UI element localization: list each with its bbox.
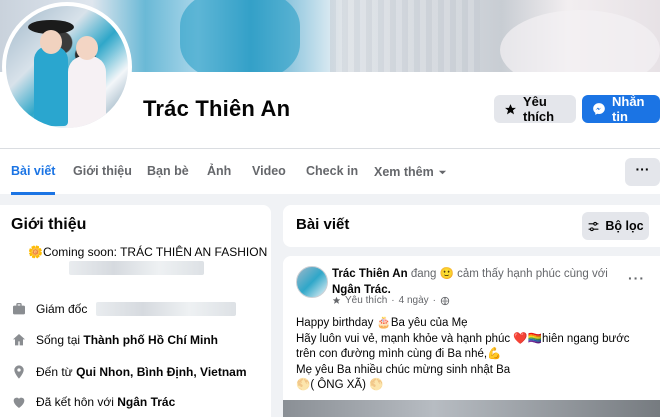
intro-row-from: Đến từ Qui Nhon, Bình Định, Vietnam [11,361,247,383]
post-options-button[interactable]: ··· [628,270,645,286]
home-icon [13,334,25,346]
filter-button[interactable]: Bộ lọc [582,212,649,240]
globe-icon [440,296,450,305]
post-image[interactable] [283,400,660,417]
location-pin-icon [14,365,24,379]
post-meta-separator: · [432,295,436,306]
star-icon [505,103,516,114]
post-line: Mẹ yêu Ba nhiều chúc mừng sinh nhật Ba [296,363,511,376]
tab-posts[interactable]: Bài viết [11,149,56,195]
cover-shape [180,0,300,72]
like-button-label: Yêu thích [523,94,555,124]
post-card: Trác Thiên An đang 🙂 cảm thấy hạnh phúc … [283,256,660,417]
blurred-text [69,261,204,275]
tab-friends[interactable]: Bạn bè [147,149,189,195]
intro-row-work: Giám đốc [11,298,237,320]
post-line: 🌕( ÔNG XÃ) 🌕 [296,379,384,391]
intro-row-lives-prefix: Sống tại [36,333,84,347]
intro-bio: 🌼Coming soon: TRÁC THIÊN AN FASHION [28,245,268,259]
sliders-icon [589,221,599,231]
posts-title: Bài viết [296,216,350,233]
heart-icon [13,397,25,408]
star-icon [332,296,341,304]
post-feeling: đang 🙂 cảm thấy hạnh phúc cùng với [407,268,608,280]
tab-photos[interactable]: Ảnh [207,149,231,195]
cover-shape [500,10,660,72]
intro-row-relationship-prefix: Đã kết hôn với [36,395,118,409]
briefcase-icon [13,303,25,315]
intro-row-lives-link[interactable]: Thành phố Hồ Chí Minh [83,333,218,347]
like-button[interactable]: Yêu thích [494,94,576,124]
post-meta-separator: · [391,295,395,306]
profile-avatar[interactable] [2,2,132,132]
caret-down-icon [438,170,446,174]
tab-videos[interactable]: Video [252,149,286,195]
intro-row-lives: Sống tại Thành phố Hồ Chí Minh [11,329,218,351]
message-button[interactable]: Nhắn tin [582,94,660,124]
tab-more-label: Xem thêm [374,165,434,179]
more-options-button[interactable]: ··· [625,158,660,186]
tab-checkins[interactable]: Check in [306,149,358,195]
post-author-avatar[interactable] [296,266,328,298]
intro-row-from-link[interactable]: Qui Nhon, Bình Định, Vietnam [76,365,246,379]
tab-more[interactable]: Xem thêm [374,149,447,195]
post-audience: Yêu thích [345,295,388,306]
intro-card: Giới thiệu 🌼Coming soon: TRÁC THIÊN AN F… [0,205,271,417]
post-author[interactable]: Trác Thiên An [332,268,408,280]
posts-header-card: Bài viết Bộ lọc [283,205,660,247]
avatar-figure [34,46,68,126]
message-button-label: Nhắn tin [612,94,645,124]
intro-row-relationship-link[interactable]: Ngân Trác [117,395,175,409]
cover-shape [330,0,480,72]
post-meta: Yêu thích · 4 ngày · [332,295,450,306]
filter-button-label: Bộ lọc [605,219,644,233]
messenger-icon [593,103,605,115]
blurred-text [96,302,237,316]
post-body: Happy birthday 🎂Ba yêu của Mẹ Hãy luôn v… [296,316,646,394]
post-header: Trác Thiên An đang 🙂 cảm thấy hạnh phúc … [332,266,622,298]
avatar-figure [68,56,106,128]
post-time[interactable]: 4 ngày [399,295,429,306]
avatar-face [76,36,98,60]
profile-tabs: Bài viết Giới thiệu Bạn bè Ảnh Video Che… [0,148,660,195]
intro-title: Giới thiệu [11,216,87,233]
intro-row-from-prefix: Đến từ [36,365,77,379]
intro-row-work-text: Giám đốc [36,302,88,316]
tab-about[interactable]: Giới thiệu [73,149,132,195]
post-line: Happy birthday 🎂Ba yêu của Mẹ [296,317,468,329]
avatar-face [40,30,62,54]
intro-row-relationship: Đã kết hôn với Ngân Trác [11,391,175,413]
profile-name: Trác Thiên An [143,96,291,121]
post-line: Hãy luôn vui vẻ, mạnh khỏe và hạnh phúc … [296,332,630,361]
